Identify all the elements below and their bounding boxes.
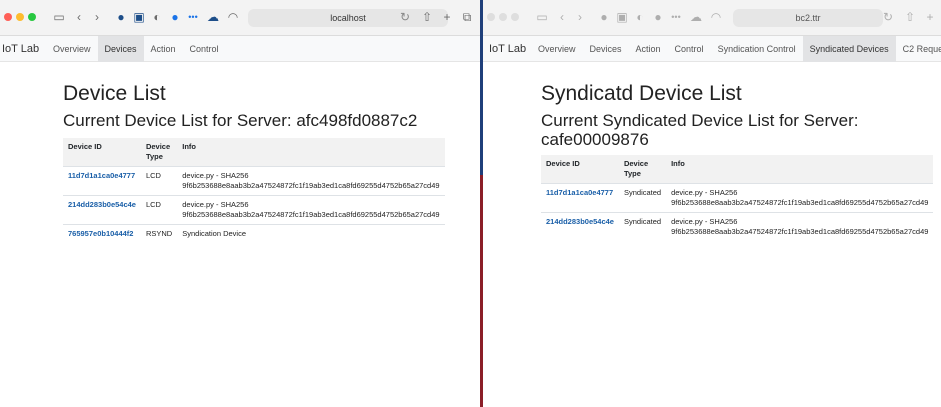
nav-control[interactable]: Control (183, 36, 226, 62)
close-window-button[interactable] (4, 13, 12, 21)
device-type: Syndicated (618, 183, 667, 213)
reader-icon[interactable]: ▣ (615, 9, 629, 25)
extension-icon[interactable]: ● (597, 9, 611, 25)
device-info: device.py - SHA256 9f6b253688e8aab3b2a475… (177, 166, 445, 196)
nav-devices[interactable]: Devices (97, 36, 144, 62)
device-id-link[interactable]: 765957e0b10444f2 (63, 224, 141, 243)
device-table: Device ID Device Type Info 11d7d1a1ca0e47… (63, 138, 445, 243)
table-row: 11d7d1a1ca0e4777 LCD device.py - SHA256 9… (63, 166, 445, 196)
table-header-row: Device ID Device Type Info (541, 155, 934, 184)
forward-icon[interactable]: › (90, 9, 104, 25)
col-info: Info (666, 155, 934, 184)
table-row: 11d7d1a1ca0e4777 Syndicated device.py - … (541, 183, 934, 213)
nav-overview[interactable]: Overview (531, 36, 583, 62)
zoom-window-button[interactable] (28, 13, 36, 21)
nav-action[interactable]: Action (629, 36, 668, 62)
page-subtitle: Current Device List for Server: afc498fd… (63, 111, 418, 130)
browser-toolbar: ▭ ‹ › ● ▣ ◐ ● ••• ☁ ◠ localhost ↻ ⇧ + ⧉ (0, 0, 480, 36)
table-row: 214dd283b0e54c4e Syndicated device.py - … (541, 212, 934, 241)
nav-syndication-control[interactable]: Syndication Control (711, 36, 803, 62)
reload-icon[interactable]: ↻ (881, 9, 895, 25)
privacy-shield-icon[interactable]: ◐ (633, 9, 647, 25)
share-icon[interactable]: ⇧ (903, 9, 917, 25)
device-type: Syndicated (618, 212, 667, 241)
nav-syndicated-devices[interactable]: Syndicated Devices (802, 36, 896, 62)
minimize-window-button[interactable] (499, 13, 507, 21)
device-id-link[interactable]: 11d7d1a1ca0e4777 (63, 166, 141, 196)
device-id-link[interactable]: 214dd283b0e54c4e (541, 212, 619, 241)
extension-c-icon[interactable]: ● (651, 9, 665, 25)
share-icon[interactable]: ⇧ (420, 9, 434, 25)
device-type: RSYND (140, 224, 178, 243)
close-window-button[interactable] (487, 13, 495, 21)
nav-overview[interactable]: Overview (46, 36, 98, 62)
col-device-id: Device ID (63, 138, 141, 167)
privacy-shield-icon[interactable]: ◐ (150, 9, 164, 25)
page-title: Syndicatd Device List (541, 82, 742, 105)
main-content: Device List Current Device List for Serv… (63, 82, 445, 243)
nav-menu: Overview Devices Action Control Syndicat… (531, 36, 941, 62)
syndicated-device-table: Device ID Device Type Info 11d7d1a1ca0e47… (541, 155, 934, 241)
zoom-window-button[interactable] (511, 13, 519, 21)
right-browser-window: ▭ ‹ › ● ▣ ◐ ● ••• ☁ ◠ bc2.ttr ↻ ⇧ + IoT … (483, 0, 941, 407)
col-device-type: Device Type (140, 138, 178, 167)
nav-action[interactable]: Action (144, 36, 183, 62)
new-tab-icon[interactable]: + (923, 9, 937, 25)
minimize-window-button[interactable] (16, 13, 24, 21)
reload-icon[interactable]: ↻ (398, 9, 412, 25)
table-row: 765957e0b10444f2 RSYND Syndication Devic… (63, 224, 445, 243)
page-subtitle: Current Syndicated Device List for Serve… (541, 111, 859, 149)
nav-devices[interactable]: Devices (583, 36, 629, 62)
more-extensions-icon[interactable]: ••• (669, 9, 683, 25)
device-id-link[interactable]: 11d7d1a1ca0e4777 (541, 183, 619, 213)
device-type: LCD (140, 195, 178, 225)
back-icon[interactable]: ‹ (555, 9, 569, 25)
col-info: Info (177, 138, 445, 167)
device-info: Syndication Device (177, 224, 445, 243)
extension-c-icon[interactable]: ● (168, 9, 182, 25)
address-bar[interactable]: bc2.ttr (733, 9, 883, 27)
nav-control[interactable]: Control (668, 36, 711, 62)
col-device-type: Device Type (618, 155, 667, 184)
url-text: localhost (330, 13, 366, 23)
cloud-filled-icon[interactable]: ☁ (689, 9, 703, 25)
nav-menu: Overview Devices Action Control (46, 36, 226, 62)
site-brand[interactable]: IoT Lab (0, 36, 39, 62)
cloud-filled-icon[interactable]: ☁ (206, 9, 220, 25)
extension-icon[interactable]: ● (114, 9, 128, 25)
site-navbar: IoT Lab Overview Devices Action Control … (483, 36, 941, 62)
left-browser-window: ▭ ‹ › ● ▣ ◐ ● ••• ☁ ◠ localhost ↻ ⇧ + ⧉ … (0, 0, 480, 407)
device-id-link[interactable]: 214dd283b0e54c4e (63, 195, 141, 225)
site-navbar: IoT Lab Overview Devices Action Control (0, 36, 480, 62)
device-type: LCD (140, 166, 178, 196)
table-row: 214dd283b0e54c4e LCD device.py - SHA256 9… (63, 195, 445, 225)
device-info: device.py - SHA256 9f6b253688e8aab3b2a475… (666, 212, 934, 241)
reader-icon[interactable]: ▣ (132, 9, 146, 25)
cloud-outline-icon[interactable]: ◠ (709, 9, 723, 25)
page-title: Device List (63, 82, 166, 105)
forward-icon[interactable]: › (573, 9, 587, 25)
address-bar[interactable]: localhost (248, 9, 448, 27)
main-content: Syndicatd Device List Current Syndicated… (541, 82, 934, 241)
table-header-row: Device ID Device Type Info (63, 138, 445, 167)
site-brand[interactable]: IoT Lab (483, 36, 526, 62)
tabs-overview-icon[interactable]: ⧉ (460, 9, 474, 25)
nav-c2-request[interactable]: C2 Request (896, 36, 941, 62)
more-extensions-icon[interactable]: ••• (186, 9, 200, 25)
browser-toolbar: ▭ ‹ › ● ▣ ◐ ● ••• ☁ ◠ bc2.ttr ↻ ⇧ + (483, 0, 941, 36)
back-icon[interactable]: ‹ (72, 9, 86, 25)
new-tab-icon[interactable]: + (440, 9, 454, 25)
sidebar-icon[interactable]: ▭ (52, 9, 66, 25)
sidebar-icon[interactable]: ▭ (535, 9, 549, 25)
device-info: device.py - SHA256 9f6b253688e8aab3b2a475… (177, 195, 445, 225)
cloud-outline-icon[interactable]: ◠ (226, 9, 240, 25)
col-device-id: Device ID (541, 155, 619, 184)
device-info: device.py - SHA256 9f6b253688e8aab3b2a475… (666, 183, 934, 213)
url-text: bc2.ttr (795, 13, 821, 23)
